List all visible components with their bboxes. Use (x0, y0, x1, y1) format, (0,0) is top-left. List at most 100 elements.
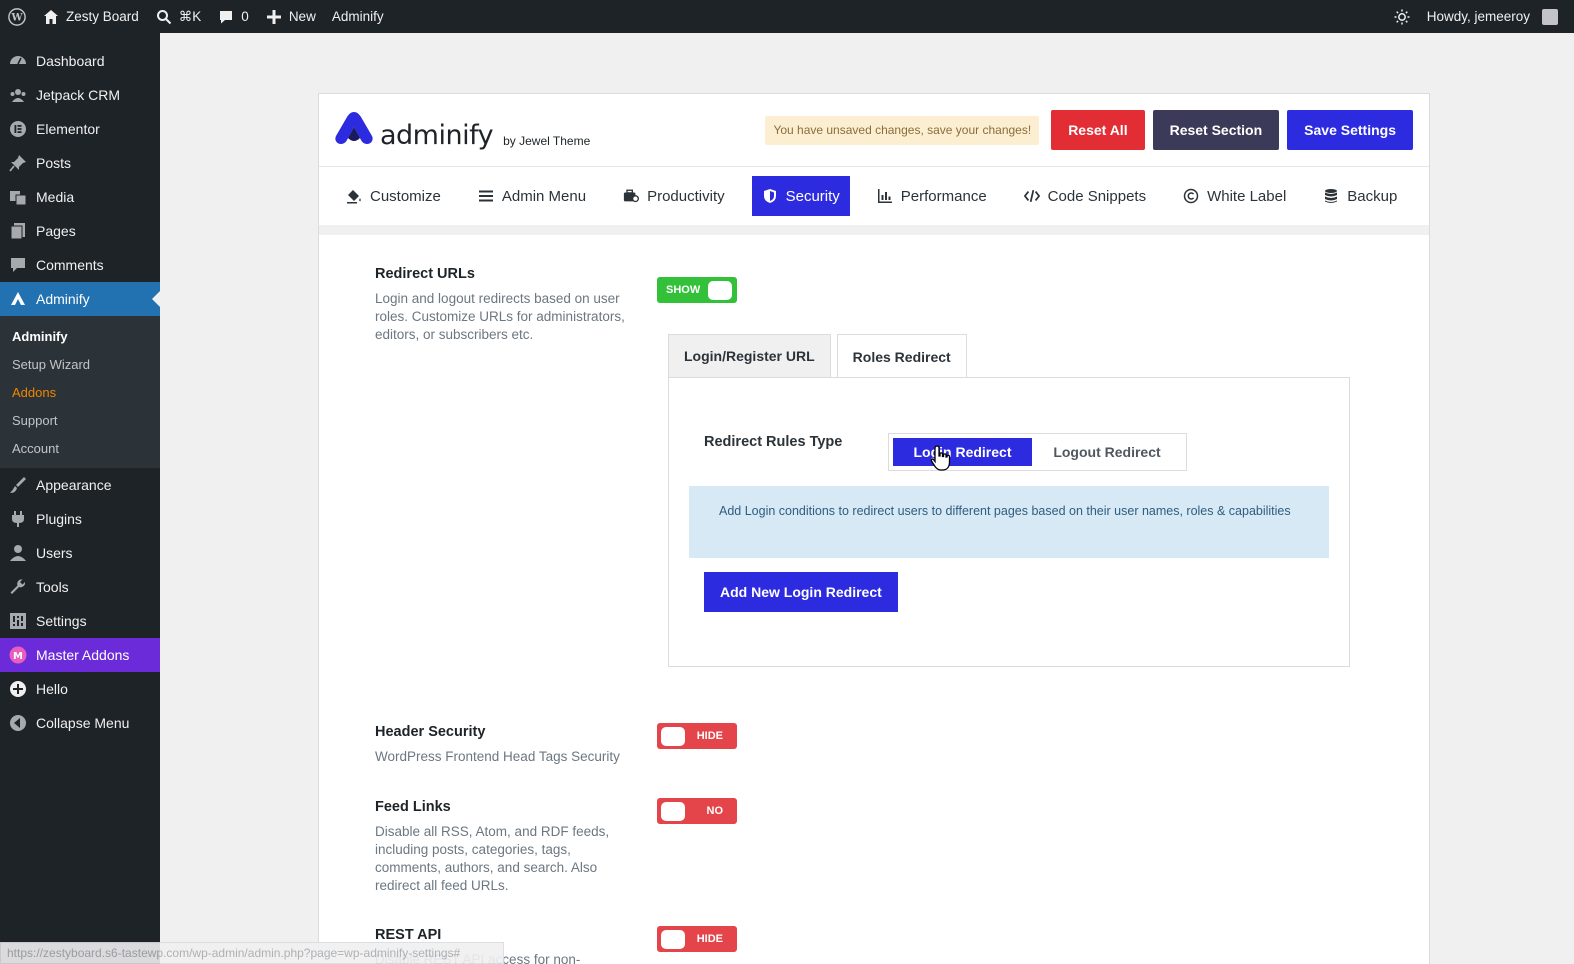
sidebar-item-label: Tools (36, 579, 69, 595)
theme-toggle-button[interactable] (1385, 0, 1419, 33)
wordpress-icon: W (8, 7, 26, 26)
sidebar-item-users[interactable]: Users (0, 536, 160, 570)
sidebar-item-comments[interactable]: Comments (0, 248, 160, 282)
login-redirect-option[interactable]: Login Redirect (893, 438, 1032, 466)
sidebar-item-dashboard[interactable]: Dashboard (0, 44, 160, 78)
toggle-label: NO (706, 805, 724, 817)
tab-security[interactable]: Security (751, 176, 850, 216)
site-name-link[interactable]: Zesty Board (34, 0, 147, 33)
comment-icon (9, 256, 27, 274)
toggle-knob (708, 280, 732, 300)
browser-status-url: https://zestyboard.s6-tastewp.com/wp-adm… (0, 942, 504, 964)
sidebar-item-label: Adminify (36, 291, 90, 307)
tab-label: Code Snippets (1047, 187, 1147, 205)
sidebar-item-media[interactable]: Media (0, 180, 160, 214)
redirect-urls-desc: Login and logout redirects based on user… (375, 291, 625, 342)
my-account-link[interactable]: Howdy, jemeeroy (1419, 0, 1574, 33)
sidebar-item-label: Pages (36, 223, 76, 239)
adminify-logo-icon (334, 110, 374, 151)
wp-logo-button[interactable]: W (0, 0, 34, 33)
tab-performance[interactable]: Performance (867, 176, 997, 216)
plus-circle-icon (9, 680, 27, 698)
productivity-icon (623, 188, 640, 204)
code-icon (1023, 188, 1040, 204)
sidebar-item-label: Settings (36, 613, 87, 629)
master-addons-icon: M (9, 646, 27, 664)
adminify-bar-link[interactable]: Adminify (324, 0, 392, 33)
tab-admin-menu[interactable]: Admin Menu (468, 176, 596, 216)
collapse-menu-button[interactable]: Collapse Menu (0, 706, 160, 740)
collapse-icon (9, 714, 27, 732)
comments-link[interactable]: 0 (209, 0, 257, 33)
tab-white-label[interactable]: White Label (1173, 176, 1296, 216)
sidebar-item-master-addons[interactable]: M Master Addons (0, 638, 160, 672)
feed-links-title: Feed Links (375, 799, 451, 815)
roles-redirect-panel: Redirect Rules Type Login Redirect Logou… (668, 377, 1350, 667)
redirect-urls-toggle[interactable]: SHOW (657, 277, 737, 303)
settings-tabs: Customize Admin Menu Productivity Securi… (319, 167, 1429, 235)
submenu-item-support[interactable]: Support (0, 406, 160, 434)
login-redirect-notice: Add Login conditions to redirect users t… (689, 486, 1329, 558)
search-icon (155, 8, 173, 26)
tab-label: Productivity (647, 187, 725, 205)
svg-text:W: W (10, 12, 23, 23)
adminify-bar-label: Adminify (331, 9, 384, 24)
tab-label: White Label (1207, 187, 1287, 205)
submenu-item-account[interactable]: Account (0, 434, 160, 462)
header-security-title: Header Security (375, 724, 486, 740)
rest-api-toggle[interactable]: HIDE (657, 926, 737, 952)
sidebar-item-label: Plugins (36, 511, 82, 527)
submenu-item-addons[interactable]: Addons (0, 378, 160, 406)
toggle-label: HIDE (696, 730, 723, 742)
pin-icon (9, 154, 27, 172)
header-security-desc: WordPress Frontend Head Tags Security (375, 749, 620, 764)
shield-icon (762, 188, 778, 204)
tab-customize[interactable]: Customize (336, 176, 451, 216)
add-new-login-redirect-button[interactable]: Add New Login Redirect (704, 572, 898, 612)
crm-icon (9, 86, 27, 104)
tab-code-snippets[interactable]: Code Snippets (1014, 176, 1156, 216)
dashboard-icon (9, 52, 27, 70)
save-settings-button[interactable]: Save Settings (1287, 110, 1413, 150)
redirect-inner-tabs: Login/Register URL Roles Redirect (668, 334, 973, 379)
search-button[interactable]: ⌘K (147, 0, 210, 33)
comment-icon (217, 8, 235, 26)
sidebar-item-label: Collapse Menu (36, 715, 130, 731)
greeting: Howdy, jemeeroy (1426, 9, 1530, 24)
header-security-toggle[interactable]: HIDE (657, 723, 737, 749)
admin-bar: W Zesty Board ⌘K 0 New Adminify Howdy, j… (0, 0, 1574, 33)
tab-backup[interactable]: Backup (1313, 176, 1407, 216)
sidebar-item-pages[interactable]: Pages (0, 214, 160, 248)
tab-login-register-url[interactable]: Login/Register URL (668, 334, 831, 378)
new-content-link[interactable]: New (257, 0, 324, 33)
sidebar-item-tools[interactable]: Tools (0, 570, 160, 604)
submenu-item-setup-wizard[interactable]: Setup Wizard (0, 350, 160, 378)
media-icon (9, 188, 27, 206)
sidebar-item-settings[interactable]: Settings (0, 604, 160, 638)
logout-redirect-option[interactable]: Logout Redirect (1032, 438, 1182, 466)
user-icon (9, 544, 27, 562)
settings-icon (9, 612, 27, 630)
feed-links-toggle[interactable]: NO (657, 798, 737, 824)
site-name: Zesty Board (66, 9, 139, 24)
sidebar-item-appearance[interactable]: Appearance (0, 468, 160, 502)
panel-header: adminify by Jewel Theme You have unsaved… (319, 94, 1429, 167)
sidebar-item-plugins[interactable]: Plugins (0, 502, 160, 536)
sidebar-item-posts[interactable]: Posts (0, 146, 160, 180)
sidebar-item-hello[interactable]: Hello (0, 672, 160, 706)
reset-section-button[interactable]: Reset Section (1152, 110, 1280, 150)
tab-roles-redirect[interactable]: Roles Redirect (836, 334, 967, 379)
sidebar-item-jetpack-crm[interactable]: Jetpack CRM (0, 78, 160, 112)
sidebar-item-adminify[interactable]: Adminify (0, 282, 160, 316)
sidebar-item-elementor[interactable]: Elementor (0, 112, 160, 146)
comments-count: 0 (241, 9, 249, 24)
tab-productivity[interactable]: Productivity (613, 176, 735, 216)
brush-icon (9, 476, 27, 494)
reset-all-button[interactable]: Reset All (1051, 110, 1145, 150)
tab-label: Performance (900, 187, 987, 205)
sidebar-item-label: Master Addons (36, 647, 130, 663)
tab-label: Customize (370, 187, 441, 205)
sidebar-item-label: Posts (36, 155, 72, 171)
adminify-submenu: Adminify Setup Wizard Addons Support Acc… (0, 316, 160, 468)
submenu-item-adminify[interactable]: Adminify (0, 322, 160, 350)
